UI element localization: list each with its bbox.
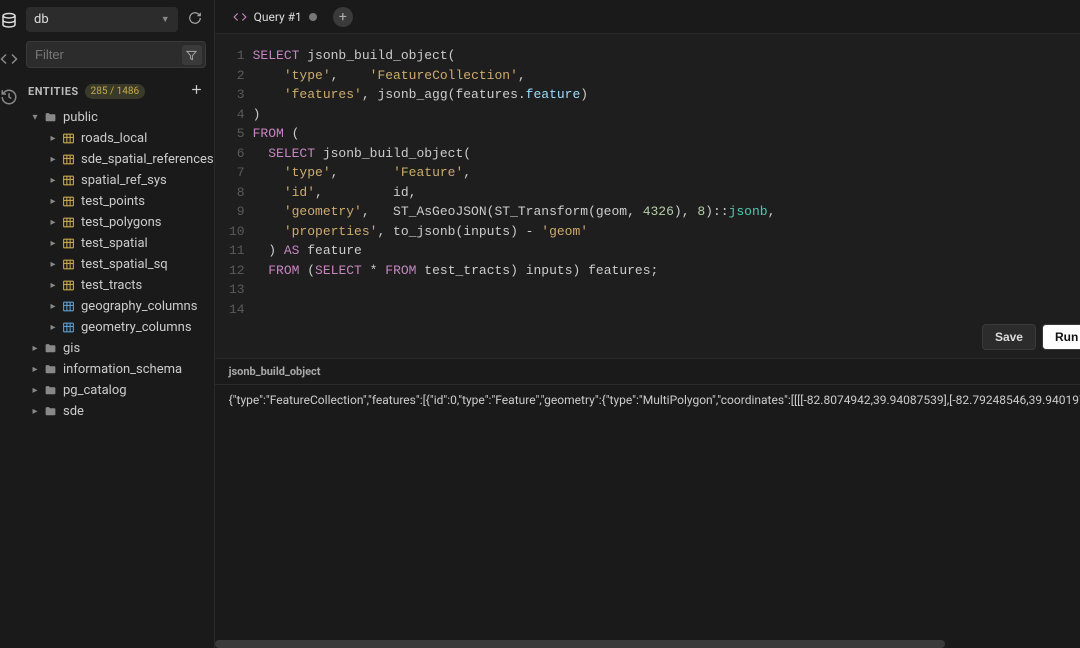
sidebar: db ▼ ENTITIES 285 / 1486 ▾public▸roads_l… (18, 0, 215, 648)
chevron-icon: ▸ (28, 385, 42, 396)
chevron-icon: ▸ (46, 154, 60, 165)
table-item[interactable]: ▸ geography_columns (18, 296, 214, 317)
table-icon (62, 279, 75, 292)
table-name: sde_spatial_references (81, 152, 214, 167)
history-icon[interactable] (0, 88, 18, 106)
database-icon[interactable] (0, 12, 18, 30)
action-bar: Save Run (982, 324, 1080, 350)
folder-icon (44, 384, 57, 397)
table-item[interactable]: ▸ spatial_ref_sys (18, 170, 214, 191)
tab-dirty-dot (309, 13, 317, 21)
code-icon[interactable] (0, 50, 18, 68)
add-tab-button[interactable]: + (333, 7, 353, 27)
chevron-icon: ▸ (46, 280, 60, 291)
chevron-icon: ▸ (46, 133, 60, 144)
chevron-icon: ▾ (28, 112, 42, 123)
table-icon (62, 258, 75, 271)
table-item[interactable]: ▸ test_points (18, 191, 214, 212)
chevron-down-icon: ▼ (161, 14, 170, 25)
table-icon (62, 216, 75, 229)
line-gutter: 1234567891011121314 (215, 46, 253, 358)
table-item[interactable]: ▸ test_spatial (18, 233, 214, 254)
filter-input[interactable] (26, 41, 206, 68)
chevron-icon: ▸ (28, 406, 42, 417)
schema-name: information_schema (63, 362, 182, 377)
db-selector[interactable]: db ▼ (26, 7, 178, 32)
icon-rail (0, 0, 18, 648)
table-icon (62, 153, 75, 166)
chevron-icon: ▸ (46, 175, 60, 186)
schema-item[interactable]: ▸ sde (18, 401, 214, 422)
table-name: geometry_columns (81, 320, 192, 335)
schema-name: sde (63, 404, 84, 419)
db-name: db (34, 12, 49, 27)
code-area[interactable]: SELECT jsonb_build_object( 'type', 'Feat… (253, 46, 1080, 358)
schema-item[interactable]: ▾ public (18, 107, 214, 128)
table-name: roads_local (81, 131, 147, 146)
result-column-header: jsonb_build_object (215, 359, 1080, 385)
results-panel: jsonb_build_object {"type":"FeatureColle… (215, 358, 1080, 648)
chevron-icon: ▸ (46, 322, 60, 333)
table-item[interactable]: ▸ test_tracts (18, 275, 214, 296)
refresh-button[interactable] (184, 6, 206, 33)
add-entity-button[interactable] (189, 82, 204, 101)
chevron-icon: ▸ (46, 301, 60, 312)
table-item[interactable]: ▸ roads_local (18, 128, 214, 149)
save-button[interactable]: Save (982, 324, 1036, 350)
folder-icon (44, 363, 57, 376)
table-name: test_spatial_sq (81, 257, 168, 272)
table-icon (62, 237, 75, 250)
table-icon (62, 132, 75, 145)
chevron-icon: ▸ (46, 217, 60, 228)
table-name: test_polygons (81, 215, 162, 230)
schema-name: gis (63, 341, 80, 356)
tab-label: Query #1 (254, 10, 302, 24)
main-area: Query #1 + 1234567891011121314 SELECT js… (215, 0, 1080, 648)
chevron-icon: ▸ (28, 343, 42, 354)
run-button[interactable]: Run (1042, 324, 1080, 350)
entities-header: ENTITIES 285 / 1486 (18, 74, 214, 107)
funnel-icon[interactable] (182, 45, 202, 65)
chevron-icon: ▸ (46, 238, 60, 249)
entity-tree: ▾public▸roads_local▸sde_spatial_referenc… (18, 107, 214, 648)
table-name: test_points (81, 194, 145, 209)
chevron-icon: ▸ (28, 364, 42, 375)
table-name: spatial_ref_sys (81, 173, 167, 188)
table-name: test_tracts (81, 278, 142, 293)
chevron-icon: ▸ (46, 196, 60, 207)
scrollbar-thumb[interactable] (215, 640, 945, 648)
view-icon (62, 321, 75, 334)
table-item[interactable]: ▸ test_spatial_sq (18, 254, 214, 275)
horizontal-scrollbar[interactable] (215, 640, 1080, 648)
table-item[interactable]: ▸ sde_spatial_references (18, 149, 214, 170)
folder-icon (44, 405, 57, 418)
tab-bar: Query #1 + (215, 0, 1080, 34)
schema-item[interactable]: ▸ pg_catalog (18, 380, 214, 401)
table-icon (62, 174, 75, 187)
folder-icon (44, 111, 57, 124)
result-row[interactable]: {"type":"FeatureCollection","features":[… (215, 385, 1080, 640)
tab-query-1[interactable]: Query #1 (223, 4, 327, 30)
view-icon (62, 300, 75, 313)
schema-item[interactable]: ▸ information_schema (18, 359, 214, 380)
schema-name: public (63, 110, 98, 125)
table-item[interactable]: ▸ geometry_columns (18, 317, 214, 338)
chevron-icon: ▸ (46, 259, 60, 270)
table-name: geography_columns (81, 299, 197, 314)
table-icon (62, 195, 75, 208)
schema-name: pg_catalog (63, 383, 127, 398)
folder-icon (44, 342, 57, 355)
table-item[interactable]: ▸ test_polygons (18, 212, 214, 233)
section-title: ENTITIES (28, 85, 79, 98)
count-badge: 285 / 1486 (85, 84, 145, 99)
sql-editor[interactable]: 1234567891011121314 SELECT jsonb_build_o… (215, 34, 1080, 358)
schema-item[interactable]: ▸ gis (18, 338, 214, 359)
table-name: test_spatial (81, 236, 148, 251)
